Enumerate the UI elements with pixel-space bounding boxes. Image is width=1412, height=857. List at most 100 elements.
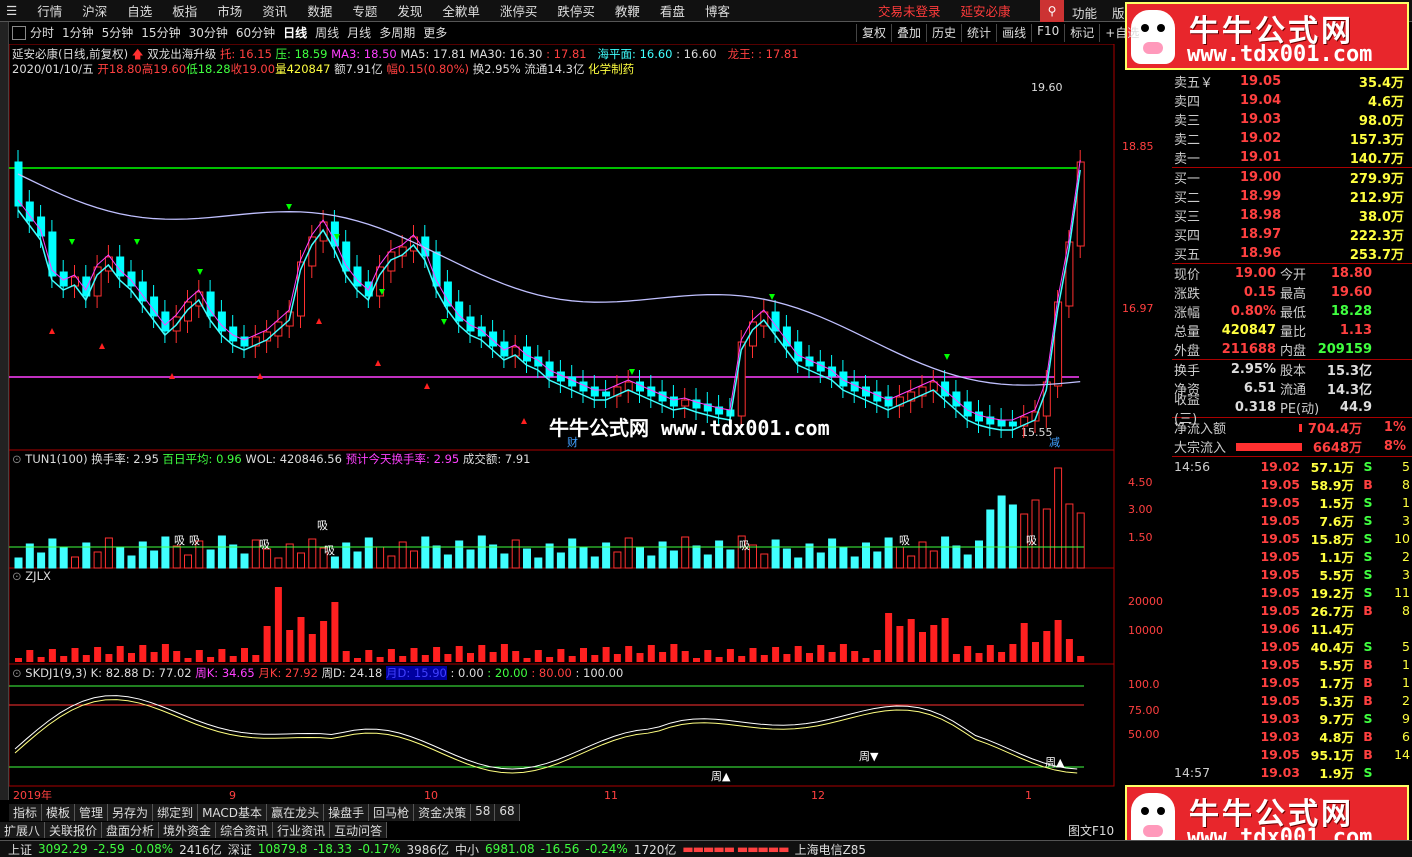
period-tab[interactable]: 15分钟 [141,24,180,42]
menu-item[interactable]: 板指 [172,1,197,20]
menu-item[interactable]: 沪深 [82,1,107,20]
menu-item[interactable]: 全歉单 [442,1,480,20]
money-flow-bar [421,655,429,662]
sell-row[interactable]: 卖五￥ 19.05 35.4万 [1172,72,1412,91]
toolbar-button[interactable]: 标记 [1064,24,1099,42]
menu-item[interactable]: 教鞭 [615,1,640,20]
toolbar-button[interactable]: +自选 [1099,24,1144,42]
menu-icon[interactable]: ☰ [6,3,17,18]
indicator-tab[interactable]: 指标 [9,804,43,821]
f10-button[interactable]: 图文F10 [1068,822,1114,839]
indicator-tab[interactable]: 资金决策 [414,804,472,821]
indicator-tab[interactable]: MACD基本 [198,804,268,821]
toolbar-button[interactable]: 统计 [961,24,996,42]
turnover-bar [749,544,757,569]
user-icon[interactable]: ⚲ [1040,0,1064,22]
tick-vol: 1.7万 [1319,675,1354,691]
indicator-tab[interactable]: 68 [495,804,520,821]
toolbar-button[interactable]: F10 [1031,24,1064,42]
menu-item[interactable]: 发现 [397,1,422,20]
x-axis-label: 9 [229,789,236,800]
tick-price: 19.05 [1260,692,1300,708]
period-tab[interactable]: 月线 [347,24,371,42]
info-tab[interactable]: 关联报价 [45,822,103,838]
kline-chart-area[interactable]: 18.85 16.97 19.60 15.55 牛牛公式网 www.tdx001.com… [9,44,1172,800]
period-tab[interactable]: 周线 [315,24,339,42]
menu-item[interactable]: 涨停买 [500,1,538,20]
sz-val: 10879.8 [257,842,308,856]
turnover-bar [782,548,791,569]
indicator-tab[interactable]: 赢在龙头 [267,804,325,821]
info-tab[interactable]: 互动问答 [330,822,388,838]
left-side-strip[interactable] [0,22,9,800]
menu-item[interactable]: 自选 [127,1,152,20]
buy-row[interactable]: 买三 18.98 38.0万 [1172,206,1412,225]
money-flow-bar [455,646,463,662]
toolbar-button[interactable]: 画线 [996,24,1031,42]
indicator-tab[interactable]: 管理 [75,804,109,821]
indicator-tab[interactable]: 58 [471,804,496,821]
tick-count: 1 [1402,674,1410,690]
info-tab[interactable]: 盘面分析 [102,822,160,838]
menu-item[interactable]: 行情 [37,1,62,20]
skdj-ylabel: 75.00 [1128,704,1160,717]
buy-row[interactable]: 买一 19.00 279.9万 [1172,168,1412,187]
menu-item[interactable]: 数据 [307,1,332,20]
info-tab[interactable]: 行业资讯 [273,822,331,838]
sell-row[interactable]: 卖三 19.03 98.0万 [1172,110,1412,129]
menu-item[interactable]: 跌停买 [557,1,595,20]
indicator-tab[interactable]: 模板 [42,804,76,821]
toolbar-button[interactable]: 叠加 [891,24,926,42]
money-flow-bar [195,650,203,662]
indicator-tab[interactable]: 绑定到 [153,804,199,821]
trade-status[interactable]: 交易未登录 [878,1,941,20]
info-tab[interactable]: 扩展八 [0,822,46,838]
sell-row[interactable]: 卖四 19.04 4.6万 [1172,91,1412,110]
high-value: 高19.60 [141,62,187,76]
longwang-label: 龙王: [727,47,759,61]
function-menu[interactable]: 功能 [1072,3,1097,22]
week-marker: 周▼ [859,750,879,763]
buy-row[interactable]: 买二 18.99 212.9万 [1172,187,1412,206]
menu-item[interactable]: 资讯 [262,1,287,20]
period-tab[interactable]: 1分钟 [62,24,94,42]
period-tab[interactable]: 分时 [30,24,54,42]
money-flow-bar [986,645,994,662]
period-tab[interactable]: 30分钟 [189,24,228,42]
period-tab[interactable]: 5分钟 [102,24,134,42]
period-tab[interactable]: 60分钟 [236,24,275,42]
ma30-value: MA30: 16.30 [469,47,543,61]
turnover-bar [839,547,848,569]
menu-item[interactable]: 市场 [217,1,242,20]
period-tab[interactable]: 更多 [423,24,447,42]
toolbar-button[interactable]: 复权 [856,24,891,42]
menu-item[interactable]: 博客 [705,1,730,20]
toolbar-button[interactable]: 历史 [926,24,961,42]
buy-row[interactable]: 买四 18.97 222.3万 [1172,225,1412,244]
turnover-bar [873,551,882,569]
money-flow-bar [941,618,949,662]
sell-row[interactable]: 卖二 19.02 157.3万 [1172,129,1412,148]
indicator-tab[interactable]: 回马枪 [369,804,415,821]
indicator-tab[interactable]: 操盘手 [324,804,370,821]
grid-toggle-icon[interactable] [12,26,26,40]
period-tab[interactable]: 日线 [283,24,307,42]
menu-item[interactable]: 专题 [352,1,377,20]
level-price: 18.97 [1240,227,1282,242]
sell-row[interactable]: 卖一 19.01 140.7万 [1172,148,1412,167]
turnover-bar [398,541,407,569]
buy-row[interactable]: 买五 18.96 253.7万 [1172,244,1412,263]
period-tab[interactable]: 多周期 [379,24,415,42]
tick-price: 19.02 [1260,458,1300,474]
info-tab[interactable]: 境外资金 [159,822,217,838]
tick-list[interactable]: 14:56 19.02 57.1万 S 5 19.05 58.9万 B 8 19.05 1.5万 S 1… [1172,456,1412,781]
menu-item[interactable]: 看盘 [660,1,685,20]
info-tab[interactable]: 综合资讯 [216,822,274,838]
indicator-tab[interactable]: 另存为 [108,804,154,821]
candle-body [161,311,170,332]
skdj-ylabel: 100.0 [1128,678,1160,691]
x-axis-label: 12 [811,789,825,800]
tick-count: 6 [1402,728,1410,744]
turnover-bar [794,557,803,569]
edition-menu[interactable]: 版 [1112,3,1125,22]
